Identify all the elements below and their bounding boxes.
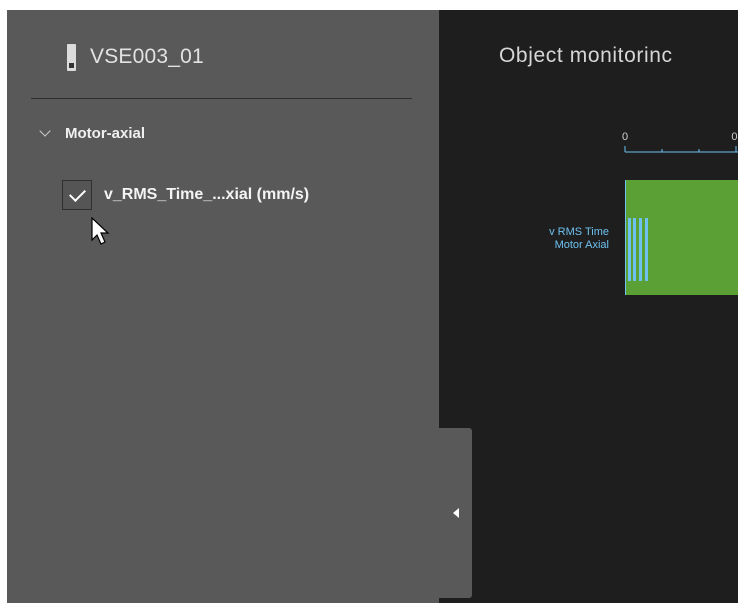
mouse-cursor-icon [91,217,110,245]
category-label: v RMS Time Motor Axial [549,226,609,251]
main-area: Object monitorinc 00. v RMS TimeMotor Ax… [439,10,738,603]
app-frame: VSE003_01 Motor-axial v_RMS_Time_...xial… [7,10,738,603]
device-name: VSE003_01 [90,45,204,68]
chart: 0 0. v RMS TimeMotor Axial [549,131,738,295]
device-header[interactable]: VSE003_01 [67,37,204,77]
category-label-line: Motor Axial [555,239,609,251]
item-label: v_RMS_Time_...xial (mm/s) [104,186,310,203]
x-tick-label: 0. [731,131,738,143]
chevron-down-icon[interactable] [39,124,51,137]
item-checkbox[interactable] [62,180,92,210]
divider [31,98,412,99]
overlay-mark [639,218,642,281]
device-icon [67,43,76,71]
x-tick-label: 0 [622,131,628,143]
overlay-mark [628,218,631,281]
category-label-line: v RMS Time [549,226,609,238]
group-motor-axial[interactable]: Motor-axial [37,122,145,144]
group-label: Motor-axial [65,124,146,142]
check-icon [68,184,86,202]
list-item[interactable]: v_RMS_Time_...xial (mm/s) [62,178,309,212]
overlay-mark [645,218,648,281]
sidebar: VSE003_01 Motor-axial v_RMS_Time_...xial… [7,10,439,603]
overlay-mark [633,218,636,281]
